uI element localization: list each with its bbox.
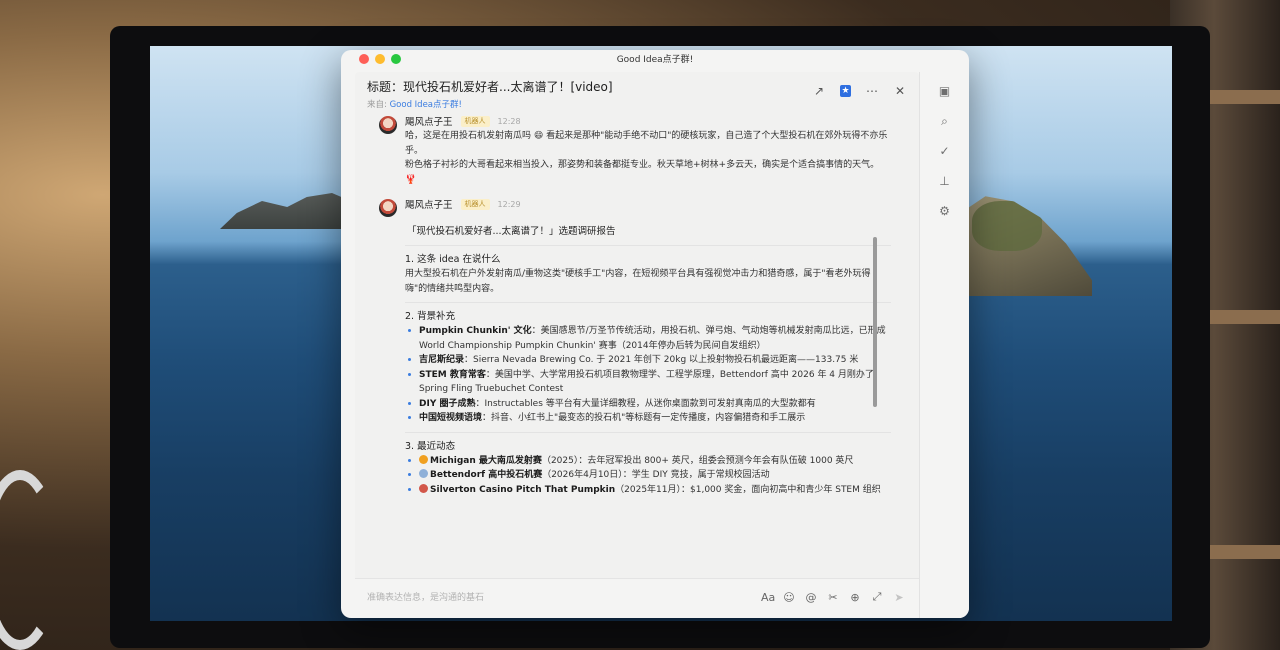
section-heading: 2. 背景补充 xyxy=(405,311,456,322)
message-scrollbar[interactable] xyxy=(873,237,877,407)
list-item: 中国短视频语境：抖音、小红书上"最变态的投石机"等标题有一定传播度，内容偏猎奇和… xyxy=(405,411,891,426)
composer: Aa ☺ @ ✂ ⊕ ⤢ ➤ xyxy=(355,578,919,618)
pin-icon[interactable]: ⊥ xyxy=(938,174,952,188)
list-item: Bettendorf 高中投石机赛（2026年4月10日）：学生 DIY 竞技，… xyxy=(405,468,891,483)
send-icon[interactable]: ➤ xyxy=(893,591,905,604)
research-report-card: 「现代投石机爱好者...太离谱了！」选题调研报告 1. 这条 idea 在说什么… xyxy=(405,217,897,503)
briefcase-icon[interactable]: ▣ xyxy=(938,84,952,98)
topic-header: 标题：现代投石机爱好者...太离谱了！[video] 来自: Good Idea… xyxy=(355,72,919,112)
side-toolbar: ▣ ⌕ ✓ ⊥ ⚙ xyxy=(919,72,969,618)
avatar[interactable] xyxy=(379,116,397,134)
share-icon[interactable]: ↗ xyxy=(812,84,826,98)
close-icon[interactable]: ✕ xyxy=(893,84,907,98)
message-list[interactable]: 飓风点子王 机器人 12:28 哈，这是在用投石机发射南瓜吗 😄 看起来是那种"… xyxy=(355,114,919,578)
close-window-button[interactable] xyxy=(359,54,369,64)
list-item: DIY 圈子成熟：Instructables 等平台有大量详细教程，从迷你桌面款… xyxy=(405,397,891,412)
gear-icon[interactable]: ⚙ xyxy=(938,204,952,218)
check-icon[interactable]: ✓ xyxy=(938,144,952,158)
emoji-icon[interactable]: ☺ xyxy=(783,591,795,604)
message-input[interactable] xyxy=(367,589,727,607)
topic-window: Good Idea点子群! 标题：现代投石机爱好者...太离谱了！[video]… xyxy=(341,50,969,618)
target-icon xyxy=(419,483,428,493)
composer-tools: Aa ☺ @ ✂ ⊕ ⤢ ➤ xyxy=(761,590,905,604)
zoom-window-button[interactable] xyxy=(391,54,401,64)
list-item: Pumpkin Chunkin' 文化：美国感恩节/万圣节传统活动，用投石机、弹… xyxy=(405,324,891,353)
sender-name[interactable]: 飓风点子王 xyxy=(405,197,453,211)
sender-name[interactable]: 飓风点子王 xyxy=(405,114,453,128)
message-body: 哈，这是在用投石机发射南瓜吗 😄 看起来是那种"能动手绝不动口"的硬核玩家，自己… xyxy=(405,129,897,187)
source-group-link[interactable]: Good Idea点子群! xyxy=(390,100,462,110)
message-line: 粉色格子衬衫的大哥看起来相当投入，那姿势和装备都挺专业。秋天草地+树林+多云天，… xyxy=(405,160,880,170)
minimize-window-button[interactable] xyxy=(375,54,385,64)
topic-main-panel: 标题：现代投石机爱好者...太离谱了！[video] 来自: Good Idea… xyxy=(355,72,919,618)
message-item: 飓风点子王 机器人 12:29 「现代投石机爱好者...太离谱了！」选题调研报告… xyxy=(355,197,919,503)
bot-badge: 机器人 xyxy=(460,198,490,210)
bookmark-icon[interactable]: ★ xyxy=(840,85,851,97)
list-item: 吉尼斯纪录：Sierra Nevada Brewing Co. 于 2021 年… xyxy=(405,353,891,368)
expand-icon[interactable]: ⤢ xyxy=(871,590,883,604)
topic-source: 来自: Good Idea点子群! xyxy=(367,98,907,110)
screenshot-icon[interactable]: ✂ xyxy=(827,591,839,604)
wallpaper-island-left xyxy=(220,193,360,229)
report-section: 3. 最近动态 Michigan 最大南瓜发射赛（2025）：去年冠军投出 80… xyxy=(405,433,891,504)
school-icon xyxy=(419,469,428,478)
report-section: 1. 这条 idea 在说什么 用大型投石机在户外发射南瓜/重物这类"硬核手工"… xyxy=(405,246,891,303)
mention-icon[interactable]: @ xyxy=(805,591,817,604)
header-actions: ↗ ★ ⋯ ✕ xyxy=(812,84,907,98)
list-item: STEM 教育常客：美国中学、大学常用投石机项目教物理学、工程学原理，Bette… xyxy=(405,368,891,397)
lobster-emoji: 🦞 xyxy=(405,174,417,185)
message-item: 飓风点子王 机器人 12:28 哈，这是在用投石机发射南瓜吗 😄 看起来是那种"… xyxy=(355,114,919,187)
avatar[interactable] xyxy=(379,199,397,217)
message-time: 12:28 xyxy=(497,116,521,126)
list-item: Michigan 最大南瓜发射赛（2025）：去年冠军投出 800+ 英尺，组委… xyxy=(405,454,891,469)
message-time: 12:29 xyxy=(497,199,521,209)
section-heading: 1. 这条 idea 在说什么 xyxy=(405,254,501,265)
report-section: 2. 背景补充 Pumpkin Chunkin' 文化：美国感恩节/万圣节传统活… xyxy=(405,303,891,433)
window-title: Good Idea点子群! xyxy=(616,55,694,65)
more-icon[interactable]: ⋯ xyxy=(865,84,879,98)
wallpaper-island-right xyxy=(962,196,1092,296)
source-prefix: 来自: xyxy=(367,100,390,110)
pumpkin-icon xyxy=(419,454,428,464)
window-titlebar: Good Idea点子群! xyxy=(341,50,969,72)
message-line: 哈，这是在用投石机发射南瓜吗 😄 看起来是那种"能动手绝不动口"的硬核玩家，自己… xyxy=(405,131,888,156)
section-body: 用大型投石机在户外发射南瓜/重物这类"硬核手工"内容，在短视频平台具有强视觉冲击… xyxy=(405,269,871,294)
bot-badge: 机器人 xyxy=(460,115,490,127)
search-icon[interactable]: ⌕ xyxy=(938,114,952,128)
add-icon[interactable]: ⊕ xyxy=(849,591,861,604)
report-title: 「现代投石机爱好者...太离谱了！」选题调研报告 xyxy=(405,217,891,246)
list-item: Silverton Casino Pitch That Pumpkin（2025… xyxy=(405,483,891,498)
text-format-icon[interactable]: Aa xyxy=(761,591,775,604)
section-heading: 3. 最近动态 xyxy=(405,440,456,452)
